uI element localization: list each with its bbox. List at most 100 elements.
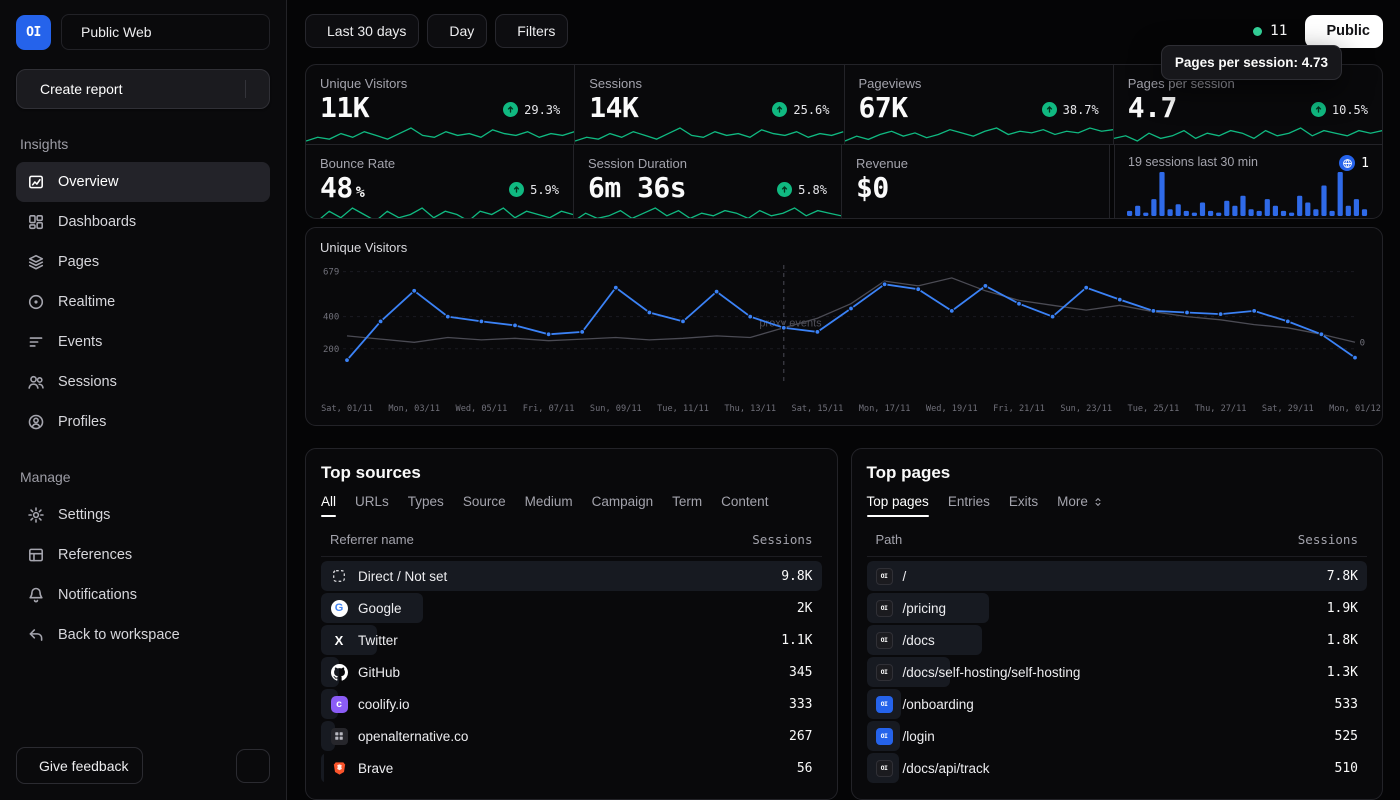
sidebar-item[interactable]: Settings [16,495,270,535]
tab-label: Entries [948,494,990,509]
sidebar-item[interactable]: Profiles [16,402,270,442]
tab[interactable]: Content [721,494,768,517]
openpanel-favicon: OI [876,632,893,649]
globe-icon [1339,155,1355,171]
page-row[interactable]: OI /docs/api/track 510 [867,753,1368,783]
workspace-selector[interactable]: Public Web [61,14,270,50]
tab[interactable]: Entries [948,494,990,517]
settings-icon [27,506,45,524]
tab[interactable]: More [1057,494,1104,517]
svg-text:Fri, 07/11: Fri, 07/11 [523,404,575,414]
page-row[interactable]: OI /docs 1.8K [867,625,1368,655]
metric-card[interactable]: Bounce Rate 48 % 5.9% [306,145,573,219]
sidebar-item[interactable]: Events [16,322,270,362]
metric-change: 5.9% [509,182,559,197]
metrics-row-2: Bounce Rate 48 % 5.9% [306,145,1382,219]
svg-text:Sat, 15/11: Sat, 15/11 [792,404,844,414]
top-sources-card: Top sources All URLs Types Source [305,448,838,800]
source-row[interactable]: G Google 2K [321,593,822,623]
date-range-button[interactable]: Last 30 days [305,14,419,48]
tab-label: Term [672,494,702,509]
metric-card[interactable]: Unique Visitors 11K 29.3% [306,65,574,144]
give-feedback-button[interactable]: Give feedback [16,747,143,784]
tab[interactable]: Types [408,494,444,517]
svg-text:679: 679 [323,268,339,278]
source-row[interactable]: GitHub 345 [321,657,822,687]
divider [245,80,246,98]
sidebar-item[interactable]: Pages [16,242,270,282]
sessions-icon [27,373,45,391]
page-row[interactable]: OI / 7.8K [867,561,1368,591]
tab[interactable]: Exits [1009,494,1038,517]
column-header-sessions[interactable]: Sessions [1298,532,1358,547]
interval-button[interactable]: Day [427,14,487,48]
source-name: Brave [358,761,393,776]
svg-text:0: 0 [1360,338,1365,348]
sidebar-item[interactable]: Realtime [16,282,270,322]
page-row[interactable]: OI /onboarding 533 [867,689,1368,719]
page-row[interactable]: OI /login 525 [867,721,1368,751]
tab-label: Exits [1009,494,1038,509]
online-count: 1 [1339,155,1369,171]
public-label: Public [1326,23,1370,39]
page-sessions: 1.3K [1327,665,1358,680]
sidebar-item[interactable]: Notifications [16,575,270,615]
sidebar-item[interactable]: Overview [16,162,270,202]
metric-card[interactable]: Session Duration 6m 36s 5.8% [574,145,841,219]
tab[interactable]: All [321,494,336,517]
sidebar-item[interactable]: Back to workspace [16,615,270,655]
metric-label: Session Duration [588,156,827,171]
sidebar-item[interactable]: References [16,535,270,575]
source-row[interactable]: Brave 56 [321,753,822,783]
table-header: Referrer name Sessions [321,523,822,557]
source-row[interactable]: c coolify.io 333 [321,689,822,719]
page-row[interactable]: OI /docs/self-hosting/self-hosting 1.3K [867,657,1368,687]
sidebar-item[interactable]: Sessions [16,362,270,402]
insights-nav: Overview Dashboards Pages Realtime Event… [16,162,270,442]
tab[interactable]: Medium [525,494,573,517]
page-path: /docs/self-hosting/self-hosting [903,665,1081,680]
public-share-button[interactable]: Public [1305,15,1383,48]
metric-card[interactable]: Revenue $0 [842,145,1109,219]
metric-label: Sessions [589,76,829,91]
sidebar-item[interactable]: Dashboards [16,202,270,242]
top-pages-table: OI / 7.8K OI /pricing 1.9K [867,561,1368,783]
column-header-sessions[interactable]: Sessions [752,532,812,547]
visitors-chart-title: Unique Visitors [320,240,1368,255]
page-path: /docs [903,633,935,648]
source-row[interactable]: openalternative.co 267 [321,721,822,751]
metric-value: 14K [589,92,638,124]
source-row[interactable]: Direct / Not set 9.8K [321,561,822,591]
github-icon [330,664,348,681]
page-row[interactable]: OI /pricing 1.9K [867,593,1368,623]
filters-button[interactable]: Filters [495,14,568,48]
tab[interactable]: Source [463,494,506,517]
live-visitors-count: 11 [1270,23,1287,39]
top-sources-title: Top sources [321,463,822,483]
profile-button[interactable] [236,749,270,783]
page-sessions: 533 [1335,697,1358,712]
tab[interactable]: Top pages [867,494,929,517]
top-pages-title: Top pages [867,463,1368,483]
source-sessions: 56 [797,761,813,776]
tab[interactable]: URLs [355,494,389,517]
create-report-menu[interactable] [245,80,256,98]
source-name: GitHub [358,665,400,680]
page-path: /onboarding [903,697,974,712]
metric-card[interactable]: Pageviews 67K 38.7% [845,65,1113,144]
tab[interactable]: Term [672,494,702,517]
trend-up-icon [509,182,524,197]
metric-unit: % [356,184,365,201]
toolbar: Last 30 days Day Filters 11 Public [305,14,1383,48]
visitors-line-chart[interactable]: 200400679proxy events0Sat, 01/11Mon, 03/… [320,259,1368,419]
create-report-button[interactable]: Create report [16,69,270,109]
tab[interactable]: Campaign [592,494,654,517]
metric-card[interactable]: Sessions 14K 25.6% [575,65,843,144]
filters-label: Filters [517,23,555,39]
sidebar-item-label: Realtime [58,294,115,310]
live-sessions-card[interactable]: 19 sessions last 30 min 1 [1115,145,1382,219]
metric-sparkline [306,202,573,219]
source-row[interactable]: X Twitter 1.1K [321,625,822,655]
sidebar-item-label: Sessions [58,374,117,390]
live-visitors-button[interactable]: 11 [1253,23,1287,39]
